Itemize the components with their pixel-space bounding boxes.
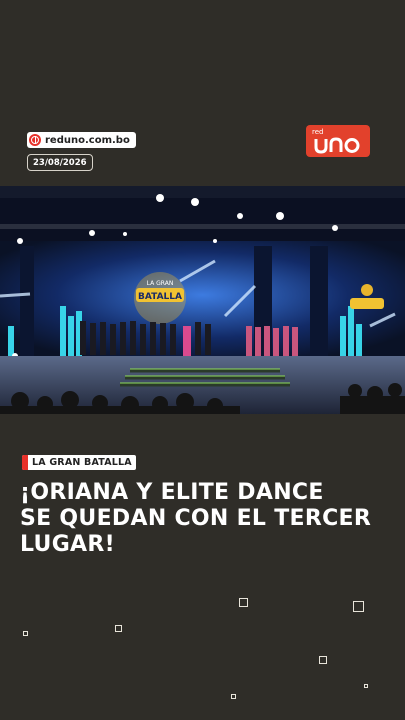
headline-line-1: ¡ORIANA Y ELITE DANCE (20, 480, 324, 505)
globe-icon (29, 134, 41, 146)
decor-square (231, 694, 236, 699)
decor-square (364, 684, 368, 688)
decor-square (319, 656, 327, 664)
stage-photo: BATALLA LA GRAN (0, 186, 405, 414)
site-url: reduno.com.bo (45, 134, 130, 146)
category-label: LA GRAN BATALLA (32, 457, 132, 468)
screen-logo-text: BATALLA (138, 292, 182, 302)
logo-uno-text (314, 135, 362, 160)
headline: ¡ORIANA Y ELITE DANCE SE QUEDAN CON EL T… (20, 480, 390, 558)
decor-square (239, 598, 248, 607)
red-uno-logo: red (306, 125, 370, 157)
screen-logo-top: LA GRAN (147, 280, 174, 287)
decor-square (23, 631, 28, 636)
headline-line-2: SE QUEDAN CON EL TERCER (20, 506, 372, 531)
category-tag[interactable]: LA GRAN BATALLA (22, 455, 136, 470)
decor-square (353, 601, 364, 612)
headline-line-3: LUGAR! (20, 532, 115, 557)
date-badge: 23/08/2026 (27, 154, 93, 171)
decor-square (115, 625, 122, 632)
site-badge: reduno.com.bo (27, 132, 136, 148)
